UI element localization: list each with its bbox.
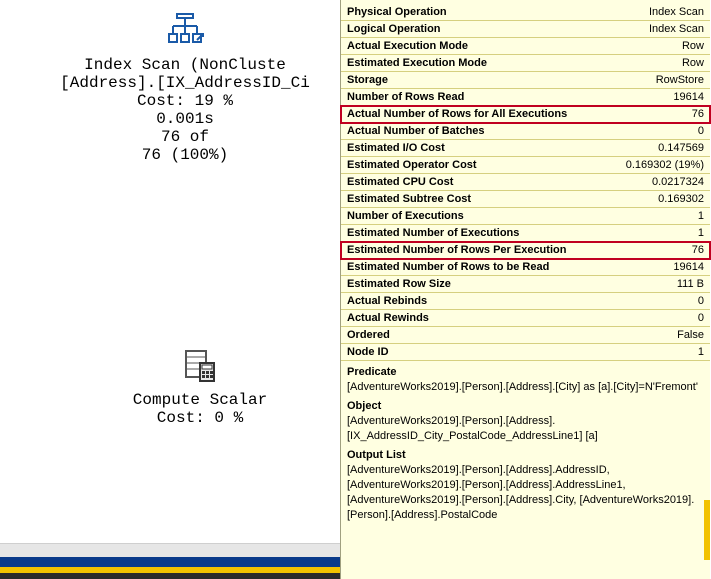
property-value: 1 xyxy=(698,208,704,224)
compute-scalar-icon xyxy=(100,345,300,385)
property-value: 19614 xyxy=(673,89,704,105)
node-rows-2: 76 (100%) xyxy=(20,146,350,164)
property-row: Actual Rebinds 0 xyxy=(341,293,710,310)
object-section: Object [AdventureWorks2019].[Person].[Ad… xyxy=(341,395,710,444)
property-label: Actual Rewinds xyxy=(347,310,429,326)
property-row: Actual Number of Batches 0 xyxy=(341,123,710,140)
node-subtitle: [Address].[IX_AddressID_Ci xyxy=(20,74,350,92)
section-text: [AdventureWorks2019].[Person].[Address].… xyxy=(347,414,704,444)
property-value: 0 xyxy=(698,123,704,139)
section-text: [AdventureWorks2019].[Person].[Address].… xyxy=(347,380,704,395)
property-label: Storage xyxy=(347,72,388,88)
property-row: Estimated CPU Cost 0.0217324 xyxy=(341,174,710,191)
property-row: Estimated I/O Cost 0.147569 xyxy=(341,140,710,157)
property-value: Row xyxy=(682,55,704,71)
property-row: Estimated Row Size 111 B xyxy=(341,276,710,293)
property-label: Number of Executions xyxy=(347,208,464,224)
property-label: Ordered xyxy=(347,327,390,343)
property-value: 0.169302 (19%) xyxy=(626,157,704,173)
section-header: Predicate xyxy=(347,365,704,380)
property-label: Actual Rebinds xyxy=(347,293,427,309)
property-value: 0.169302 xyxy=(658,191,704,207)
node-cost: Cost: 0 % xyxy=(100,409,300,427)
property-value: Index Scan xyxy=(649,4,704,20)
plan-node-compute-scalar[interactable]: Compute Scalar Cost: 0 % xyxy=(100,345,300,427)
property-label: Number of Rows Read xyxy=(347,89,464,105)
property-label: Physical Operation xyxy=(347,4,447,20)
property-label: Logical Operation xyxy=(347,21,441,37)
property-value: 0 xyxy=(698,293,704,309)
property-row: Estimated Execution Mode Row xyxy=(341,55,710,72)
property-label: Estimated Number of Executions xyxy=(347,225,519,241)
property-value: 1 xyxy=(698,344,704,360)
property-label: Estimated Number of Rows to be Read xyxy=(347,259,549,275)
property-row: Physical Operation Index Scan xyxy=(341,4,710,21)
property-row: Ordered False xyxy=(341,327,710,344)
operator-tooltip: Physical OperationIndex ScanLogical Oper… xyxy=(340,0,710,579)
property-value: 0.147569 xyxy=(658,140,704,156)
property-row: Estimated Subtree Cost 0.169302 xyxy=(341,191,710,208)
node-rows-1: 76 of xyxy=(20,128,350,146)
execution-plan-canvas[interactable]: Index Scan (NonCluste [Address].[IX_Addr… xyxy=(0,0,340,579)
property-value: 1 xyxy=(698,225,704,241)
property-value: 76 xyxy=(692,242,704,258)
property-label: Estimated Operator Cost xyxy=(347,157,477,173)
section-text: [AdventureWorks2019].[Person].[Address].… xyxy=(347,463,704,523)
property-row: Node ID 1 xyxy=(341,344,710,361)
node-title: Compute Scalar xyxy=(100,391,300,409)
property-row: Actual Number of Rows for All Executions… xyxy=(341,106,710,123)
property-label: Estimated CPU Cost xyxy=(347,174,453,190)
property-value: False xyxy=(677,327,704,343)
section-header: Output List xyxy=(347,448,704,463)
property-value: 0.0217324 xyxy=(652,174,704,190)
property-label: Estimated Row Size xyxy=(347,276,451,292)
property-value: 76 xyxy=(692,106,704,122)
property-row: Estimated Number of Rows to be Read 19614 xyxy=(341,259,710,276)
property-label: Actual Number of Batches xyxy=(347,123,485,139)
property-label: Estimated Number of Rows Per Execution xyxy=(347,242,566,258)
property-row: Actual Execution Mode Row xyxy=(341,38,710,55)
property-label: Actual Execution Mode xyxy=(347,38,468,54)
property-value: 0 xyxy=(698,310,704,326)
property-row: Estimated Number of Rows Per Execution 76 xyxy=(341,242,710,259)
index-scan-icon xyxy=(20,10,350,50)
node-time: 0.001s xyxy=(20,110,350,128)
side-accent xyxy=(704,500,710,560)
property-row: Estimated Operator Cost 0.169302 (19%) xyxy=(341,157,710,174)
property-label: Estimated Execution Mode xyxy=(347,55,487,71)
property-label: Node ID xyxy=(347,344,389,360)
property-row: Number of Rows Read 19614 xyxy=(341,89,710,106)
property-row: Estimated Number of Executions 1 xyxy=(341,225,710,242)
property-label: Estimated I/O Cost xyxy=(347,140,445,156)
property-row: Actual Rewinds 0 xyxy=(341,310,710,327)
property-row: Storage RowStore xyxy=(341,72,710,89)
output-list-section: Output List [AdventureWorks2019].[Person… xyxy=(341,444,710,523)
section-header: Object xyxy=(347,399,704,414)
node-title: Index Scan (NonCluste xyxy=(20,56,350,74)
property-value: 111 B xyxy=(677,276,704,292)
node-cost: Cost: 19 % xyxy=(20,92,350,110)
property-row: Logical Operation Index Scan xyxy=(341,21,710,38)
property-label: Actual Number of Rows for All Executions xyxy=(347,106,567,122)
status-bar-area xyxy=(0,543,340,579)
property-value: RowStore xyxy=(656,72,704,88)
predicate-section: Predicate [AdventureWorks2019].[Person].… xyxy=(341,361,710,395)
property-value: Row xyxy=(682,38,704,54)
property-value: 19614 xyxy=(673,259,704,275)
property-label: Estimated Subtree Cost xyxy=(347,191,471,207)
property-value: Index Scan xyxy=(649,21,704,37)
plan-node-index-scan[interactable]: Index Scan (NonCluste [Address].[IX_Addr… xyxy=(20,10,350,164)
property-row: Number of Executions 1 xyxy=(341,208,710,225)
